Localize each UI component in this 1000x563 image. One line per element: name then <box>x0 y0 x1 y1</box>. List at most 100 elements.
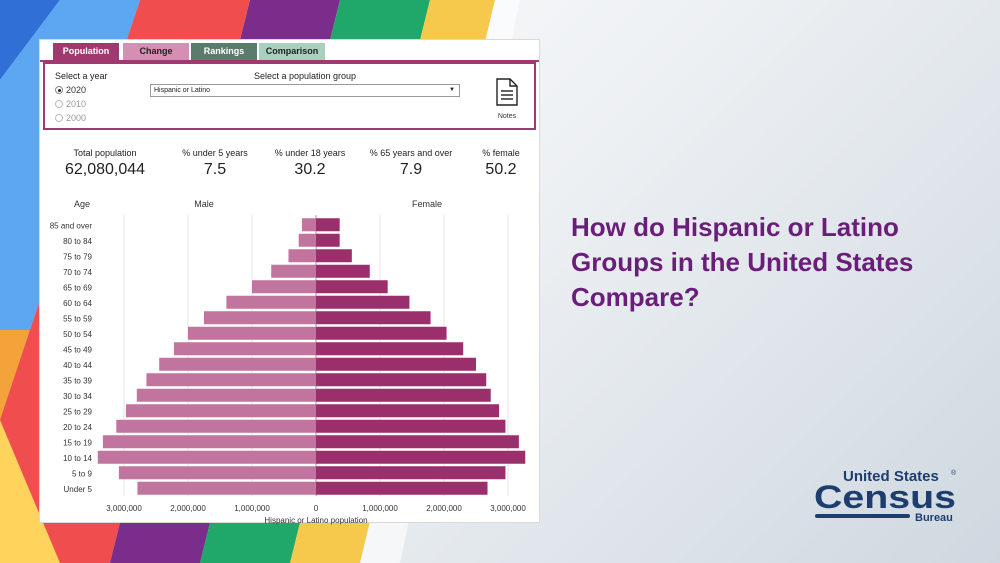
bar-female[interactable] <box>316 388 491 402</box>
bar-female[interactable] <box>316 264 370 278</box>
bar-male[interactable] <box>204 311 316 325</box>
bar-female[interactable] <box>316 357 476 371</box>
group-select-value: Hispanic or Latino <box>154 87 211 94</box>
bar-male[interactable] <box>226 295 316 309</box>
age-label: 30 to 34 <box>63 392 92 401</box>
bar-male[interactable] <box>298 233 316 247</box>
bar-female[interactable] <box>316 280 388 294</box>
bar-female[interactable] <box>316 326 447 340</box>
bar-male[interactable] <box>136 388 316 402</box>
logo-line3: Bureau <box>915 512 953 524</box>
x-tick-label: 0 <box>314 504 319 513</box>
document-icon <box>496 78 518 106</box>
group-select[interactable]: Hispanic or Latino ▼ <box>150 84 460 97</box>
bar-female[interactable] <box>316 450 526 464</box>
x-tick-label: 2,000,000 <box>426 504 462 513</box>
bar-female[interactable] <box>316 466 506 480</box>
age-label: 70 to 74 <box>63 268 92 277</box>
age-label: 45 to 49 <box>63 345 92 354</box>
stat-label: Total population <box>73 148 137 158</box>
tab-rankings[interactable]: Rankings <box>191 43 257 60</box>
year-select-label: Select a year <box>55 71 108 81</box>
radio-year-2010[interactable]: 2010 <box>55 98 86 110</box>
radio-label: 2010 <box>66 99 87 109</box>
age-label: 50 to 54 <box>63 330 92 339</box>
dashboard-panel: Population Change Rankings Comparison Se… <box>39 39 540 525</box>
stat-value: 30.2 <box>294 161 326 178</box>
tab-population[interactable]: Population <box>53 43 119 60</box>
x-axis-label: Hispanic or Latino population <box>264 516 367 525</box>
logo-registered: ® <box>951 469 957 477</box>
population-pyramid-chart: Age Male Female 85 and over 80 to 84 75 to… <box>50 199 527 525</box>
bar-female[interactable] <box>316 295 410 309</box>
radio-label: 2020 <box>66 85 87 95</box>
bar-male[interactable] <box>97 450 316 464</box>
notes-button[interactable]: Notes <box>490 78 524 120</box>
age-label: 20 to 24 <box>63 423 92 432</box>
bar-male[interactable] <box>102 435 316 449</box>
stat-label: % under 18 years <box>274 148 346 158</box>
bar-female[interactable] <box>316 373 487 387</box>
tab-comparison[interactable]: Comparison <box>259 43 325 60</box>
radio-label: 2000 <box>66 113 87 123</box>
notes-label: Notes <box>497 113 517 120</box>
dropdown-arrow-icon: ▼ <box>449 87 455 93</box>
stat-value: 7.9 <box>399 161 423 178</box>
stat-label: % female <box>482 148 520 158</box>
bar-male[interactable] <box>173 342 316 356</box>
bar-male[interactable] <box>288 249 316 263</box>
age-label: 80 to 84 <box>63 237 92 246</box>
radio-year-2020[interactable]: 2020 <box>55 84 86 96</box>
age-label: 35 to 39 <box>63 376 92 385</box>
x-ticks: 3,000,000 2,000,000 1,000,000 0 1,000,000 2,0… <box>106 504 526 513</box>
stat-value: 50.2 <box>485 161 517 178</box>
logo-underline <box>815 514 910 518</box>
stat-under-18: % under 18 years 30.2 <box>260 148 360 179</box>
radio-icon <box>55 114 63 122</box>
bar-female[interactable] <box>316 218 340 232</box>
bar-female[interactable] <box>316 419 506 433</box>
stat-65-and-over: % 65 years and over 7.9 <box>358 148 464 179</box>
bar-male[interactable] <box>252 280 316 294</box>
bar-male[interactable] <box>146 373 316 387</box>
stat-value: 7.5 <box>203 161 227 178</box>
age-label: 85 and over <box>50 221 93 230</box>
bar-male[interactable] <box>118 466 316 480</box>
age-label: 55 to 59 <box>63 314 92 323</box>
bar-male[interactable] <box>271 264 316 278</box>
bar-female[interactable] <box>316 481 488 495</box>
bar-male[interactable] <box>116 419 316 433</box>
age-label: 25 to 29 <box>63 407 92 416</box>
x-tick-label: 3,000,000 <box>490 504 526 513</box>
x-tick-label: 3,000,000 <box>106 504 142 513</box>
radio-icon <box>55 86 63 94</box>
tab-change[interactable]: Change <box>123 43 189 60</box>
radio-year-2000[interactable]: 2000 <box>55 112 86 124</box>
bar-female[interactable] <box>316 249 352 263</box>
age-label: 75 to 79 <box>63 252 92 261</box>
age-label: 5 to 9 <box>72 469 93 478</box>
census-bureau-logo: United States ® Census Bureau <box>814 468 957 524</box>
stat-under-5: % under 5 years 7.5 <box>165 148 265 179</box>
x-tick-label: 2,000,000 <box>170 504 206 513</box>
bar-male[interactable] <box>125 404 316 418</box>
stats-row: Total population 62,080,044 % under 5 ye… <box>40 148 539 188</box>
bar-male[interactable] <box>301 218 316 232</box>
bar-male[interactable] <box>137 481 316 495</box>
age-label: 40 to 44 <box>63 361 92 370</box>
headline: How do Hispanic or Latino Groups in the … <box>571 212 914 312</box>
bar-female[interactable] <box>316 435 519 449</box>
bar-male[interactable] <box>188 326 316 340</box>
age-label: Under 5 <box>64 485 93 494</box>
bar-female[interactable] <box>316 233 340 247</box>
bar-female[interactable] <box>316 342 464 356</box>
radio-icon <box>55 100 63 108</box>
bar-male[interactable] <box>159 357 316 371</box>
legend-male: Male <box>194 199 214 209</box>
bar-female[interactable] <box>316 311 431 325</box>
age-label: 15 to 19 <box>63 438 92 447</box>
bar-female[interactable] <box>316 404 500 418</box>
stat-female: % female 50.2 <box>471 148 531 179</box>
age-label: 60 to 64 <box>63 299 92 308</box>
stat-value: 62,080,044 <box>64 161 146 178</box>
